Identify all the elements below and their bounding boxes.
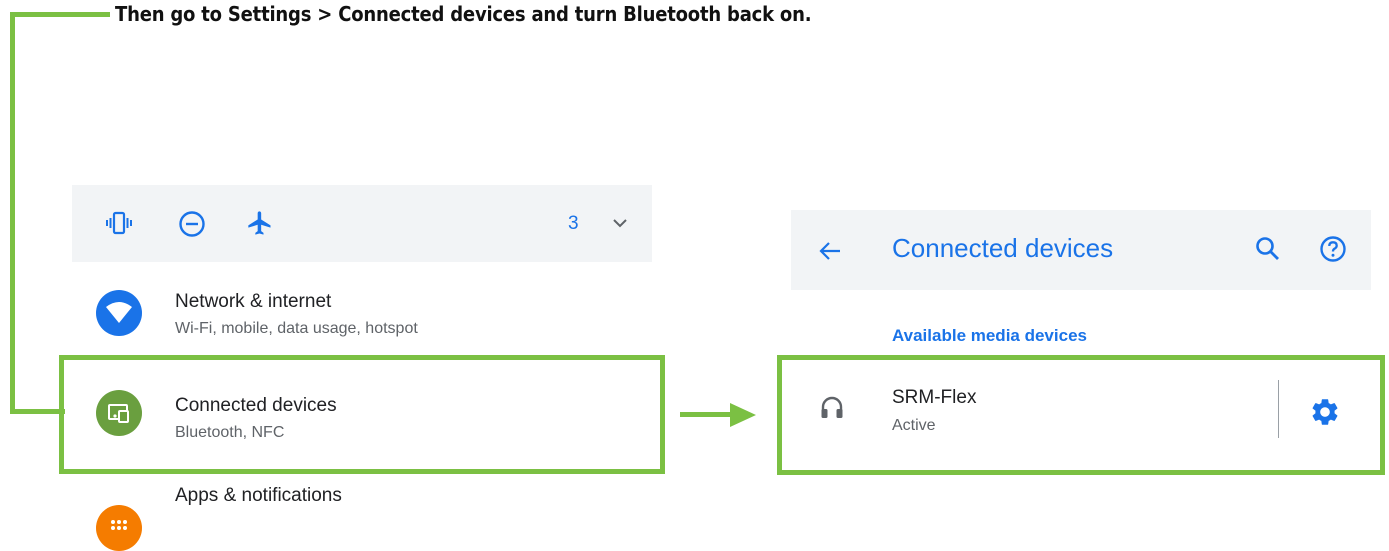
settings-item-title: Apps & notifications	[175, 485, 342, 506]
connector-line-vertical	[10, 12, 15, 414]
settings-item-connected-devices[interactable]: Connected devices Bluetooth, NFC	[72, 365, 652, 465]
settings-item-title: Connected devices	[175, 395, 337, 416]
divider	[1278, 380, 1279, 438]
headphones-icon	[820, 395, 844, 426]
apps-icon	[96, 505, 142, 551]
arrow-line	[680, 412, 735, 417]
settings-item-subtitle: Wi-Fi, mobile, data usage, hotspot	[175, 320, 418, 337]
do-not-disturb-icon[interactable]	[178, 210, 206, 243]
quick-settings-bar	[72, 185, 652, 262]
settings-item-network[interactable]: Network & internet Wi-Fi, mobile, data u…	[72, 280, 652, 350]
connector-line-bottom	[10, 409, 65, 414]
instruction-text: Then go to Settings > Connected devices …	[115, 2, 812, 26]
arrow-head-icon	[730, 403, 756, 432]
wifi-icon	[96, 290, 142, 336]
help-icon[interactable]	[1319, 235, 1347, 268]
device-settings-gear-icon[interactable]	[1309, 396, 1341, 433]
chevron-down-icon[interactable]	[611, 216, 629, 235]
settings-item-subtitle: Bluetooth, NFC	[175, 424, 285, 441]
settings-item-title: Network & internet	[175, 291, 332, 312]
settings-item-apps[interactable]: Apps & notifications	[72, 485, 652, 551]
notification-count: 3	[568, 213, 579, 234]
search-icon[interactable]	[1255, 236, 1281, 267]
vibrate-icon[interactable]	[106, 210, 132, 241]
connector-line-top	[10, 12, 110, 17]
back-arrow-icon[interactable]	[818, 240, 842, 267]
device-row[interactable]: SRM-Flex Active	[790, 365, 1270, 465]
page-title: Connected devices	[892, 233, 1114, 263]
device-status: Active	[892, 417, 936, 434]
airplane-icon[interactable]	[246, 208, 274, 243]
section-label: Available media devices	[892, 326, 1087, 345]
device-name: SRM-Flex	[892, 387, 977, 408]
connected-devices-icon	[96, 390, 142, 436]
